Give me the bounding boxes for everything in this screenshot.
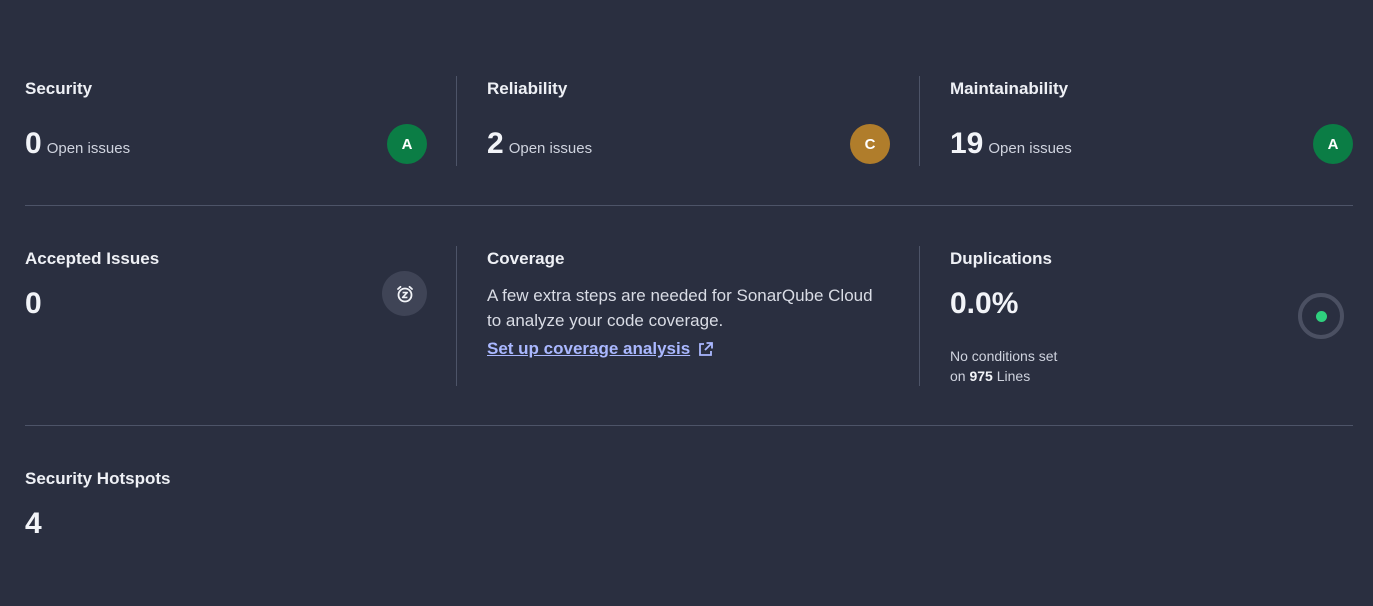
coverage-title: Coverage — [487, 249, 565, 268]
maintainability-metric[interactable]: 19 Open issues — [950, 126, 1072, 162]
maintainability-card[interactable]: Maintainability 19 Open issues A — [950, 76, 1353, 166]
snooze-clock-icon — [382, 271, 427, 316]
divider — [919, 246, 920, 386]
section-divider — [25, 205, 1353, 206]
divider — [456, 76, 457, 166]
duplications-value[interactable]: 0.0% — [950, 286, 1018, 322]
security-hotspots-card[interactable]: Security Hotspots 4 — [25, 466, 457, 556]
note-prefix: on — [950, 368, 966, 384]
duplications-indicator-icon — [1298, 293, 1344, 339]
duplications-note-line1: No conditions set — [950, 348, 1058, 364]
divider — [919, 76, 920, 166]
accepted-issues-card[interactable]: Accepted Issues 0 — [25, 246, 457, 386]
duplications-note-line2: on 975 Lines — [950, 366, 1057, 386]
setup-coverage-link-label[interactable]: Set up coverage analysis — [487, 339, 690, 359]
maintainability-open-issues-label: Open issues — [988, 140, 1072, 157]
security-metric[interactable]: 0 Open issues — [25, 126, 130, 162]
duplications-title: Duplications — [950, 249, 1053, 268]
reliability-open-issues-label: Open issues — [508, 140, 593, 157]
lines-count: 975 — [969, 368, 993, 384]
quality-overview: Security 0 Open issues A Reliability 2 O… — [0, 0, 1373, 606]
security-title: Security — [25, 79, 93, 98]
duplications-status-dot — [1315, 310, 1327, 322]
issues-row: Security 0 Open issues A Reliability 2 O… — [25, 76, 1353, 166]
security-hotspots-title: Security Hotspots — [25, 469, 171, 488]
security-open-issues-label: Open issues — [46, 140, 131, 157]
security-hotspots-count[interactable]: 4 — [25, 506, 42, 542]
metrics-row: Accepted Issues 0 Coverage A few extra s… — [25, 246, 1353, 386]
section-divider — [25, 425, 1353, 426]
duplications-note: No conditions set on 975 Lines — [950, 346, 1057, 386]
reliability-open-issues-count[interactable]: 2 — [487, 126, 504, 162]
security-card[interactable]: Security 0 Open issues A — [25, 76, 457, 166]
duplications-card[interactable]: Duplications 0.0% No conditions set on 9… — [950, 246, 1353, 386]
reliability-card[interactable]: Reliability 2 Open issues C — [487, 76, 920, 166]
accepted-issues-count[interactable]: 0 — [25, 286, 42, 322]
maintainability-rating-badge[interactable]: A — [1313, 124, 1353, 164]
hotspots-row: Security Hotspots 4 — [25, 466, 1353, 556]
reliability-metric[interactable]: 2 Open issues — [487, 126, 592, 162]
divider — [456, 246, 457, 386]
accepted-issues-title: Accepted Issues — [25, 249, 160, 268]
reliability-title: Reliability — [487, 79, 568, 98]
coverage-card: Coverage A few extra steps are needed fo… — [487, 246, 920, 386]
reliability-rating-badge[interactable]: C — [850, 124, 890, 164]
external-link-icon — [699, 341, 714, 356]
note-suffix: Lines — [996, 368, 1031, 384]
maintainability-open-issues-count[interactable]: 19 — [950, 126, 983, 162]
setup-coverage-link[interactable]: Set up coverage analysis — [487, 339, 714, 359]
coverage-message: A few extra steps are needed for SonarQu… — [487, 286, 873, 330]
security-open-issues-count[interactable]: 0 — [25, 126, 42, 162]
maintainability-title: Maintainability — [950, 79, 1069, 98]
security-rating-badge[interactable]: A — [387, 124, 427, 164]
